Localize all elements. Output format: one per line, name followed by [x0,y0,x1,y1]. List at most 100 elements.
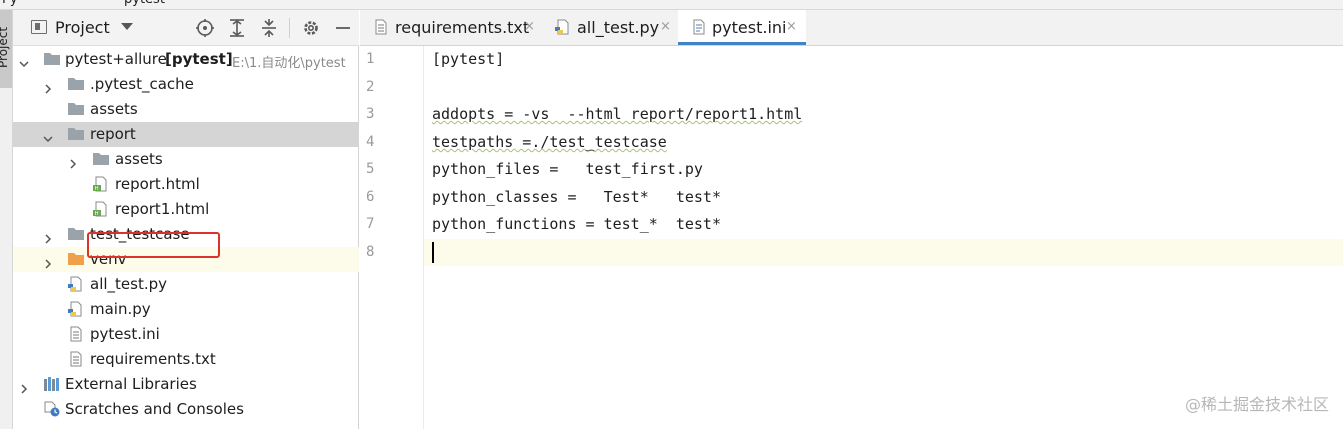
chevron-right-icon[interactable] [43,254,53,269]
tree-item-pytest-cache[interactable]: .pytest_cache [13,72,359,97]
project-panel-header: Project [13,10,359,46]
folder-icon [43,51,61,67]
code-line-current [424,239,1343,266]
project-icon [31,20,47,34]
folder-icon [67,76,85,92]
line-number: 5 [366,161,375,177]
expand-all-icon[interactable] [227,18,247,38]
line-number: 4 [366,134,375,150]
ini-file-icon [690,19,708,35]
scratches-icon [43,401,61,417]
python-file-icon [67,301,85,317]
line-number: 1 [366,51,375,67]
html-file-icon: H [92,176,110,192]
svg-text:H: H [95,211,99,217]
watermark: @稀土掘金技术社区 [1184,395,1329,414]
tree-item-label: Scratches and Consoles [65,400,244,418]
tree-item-label: pytest+allure [65,50,167,68]
minimize-icon[interactable] [333,18,353,38]
close-icon[interactable]: × [524,19,535,34]
folder-icon [67,226,85,242]
tree-item-label: assets [115,150,163,168]
line-number: 7 [366,216,375,232]
tree-item-label: report [90,125,136,143]
tree-item-label: main.py [90,300,151,318]
tree-item-scratches[interactable]: Scratches and Consoles [13,397,359,422]
line-number: 6 [366,189,375,205]
tree-item-external-libraries[interactable]: External Libraries [13,372,359,397]
tab-label: all_test.py [577,18,660,37]
tree-item-report-assets[interactable]: assets [13,147,359,172]
line-number-gutter: 1 2 3 4 5 6 7 8 [360,46,424,429]
title-fragment: Py [2,0,18,7]
highlight-box [87,232,220,258]
libraries-icon [43,376,61,392]
tree-item-report-html[interactable]: H report.html [13,172,359,197]
folder-icon [67,126,85,142]
title-strip: Py — pytest [0,0,1343,10]
tree-item-assets[interactable]: assets [13,97,359,122]
chevron-down-icon[interactable] [43,129,53,143]
tree-item-requirements-txt[interactable]: requirements.txt [13,347,359,372]
code-line: python_classes = Test* test* [432,188,721,206]
tree-item-label: all_test.py [90,275,167,293]
tree-item-main-py[interactable]: main.py [13,297,359,322]
chevron-right-icon[interactable] [43,229,53,244]
python-file-icon [554,19,572,35]
code-line: testpaths =./test_testcase [432,133,667,151]
project-panel: Project pytest+allure [pytest] E:\1.自动化\… [13,10,359,429]
tab-pytest-ini[interactable]: pytest.ini × [678,10,806,45]
tree-item-label: .pytest_cache [90,75,194,93]
title-fragment: pytest [124,0,165,7]
code-line: python_functions = test_* test* [432,215,721,233]
chevron-right-icon[interactable] [19,379,29,394]
tree-item-project-root[interactable]: pytest+allure [pytest] E:\1.自动化\pytest [13,47,359,72]
code-editor[interactable]: 1 2 3 4 5 6 7 8 [pytest] addopts = -vs -… [360,46,1343,429]
tree-item-label: assets [90,100,138,118]
text-file-icon [372,19,390,35]
text-file-icon [67,351,85,367]
editor-tab-bar: requirements.txt × all_test.py × pytest.… [360,10,1343,46]
close-icon[interactable]: × [786,19,797,34]
tree-item-label: requirements.txt [90,350,216,368]
python-file-icon [67,276,85,292]
tab-label: pytest.ini [712,18,787,37]
tree-item-path: E:\1.自动化\pytest [232,56,346,71]
chevron-right-icon[interactable] [68,154,78,169]
tree-item-label: report1.html [115,200,210,218]
tab-all-test-py[interactable]: all_test.py × [542,10,676,45]
html-file-icon: H [92,201,110,217]
tab-label: requirements.txt [395,18,530,37]
locate-icon[interactable] [195,18,215,38]
project-panel-title[interactable]: Project [55,18,110,37]
orange-folder-icon [67,251,85,267]
chevron-right-icon[interactable] [43,79,53,94]
folder-icon [92,151,110,167]
title-fragment: — [106,0,119,7]
line-number: 3 [366,106,375,122]
code-line: addopts = -vs --html report/report1.html [432,105,803,123]
tree-item-module-tag: [pytest] [165,50,233,68]
tree-item-report[interactable]: report [13,122,359,147]
tree-item-pytest-ini[interactable]: pytest.ini [13,322,359,347]
project-side-tab[interactable]: Project [0,10,12,88]
collapse-all-icon[interactable] [259,18,279,38]
tree-item-report1-html[interactable]: H report1.html [13,197,359,222]
line-number: 2 [366,79,375,95]
close-icon[interactable]: × [660,19,671,34]
chevron-down-icon[interactable] [19,54,29,68]
gear-icon[interactable] [301,18,321,38]
line-number: 8 [366,244,375,260]
tree-item-label: External Libraries [65,375,197,393]
tab-requirements-txt[interactable]: requirements.txt × [360,10,540,45]
svg-text:H: H [95,186,99,192]
code-line: [pytest] [432,50,505,68]
chevron-down-icon[interactable] [121,23,133,30]
project-side-tab-label: Project [0,26,10,68]
text-caret [432,242,434,263]
folder-icon [67,101,85,117]
text-file-icon [67,326,85,342]
toolbar-divider [289,18,290,38]
tree-item-all-test-py[interactable]: all_test.py [13,272,359,297]
